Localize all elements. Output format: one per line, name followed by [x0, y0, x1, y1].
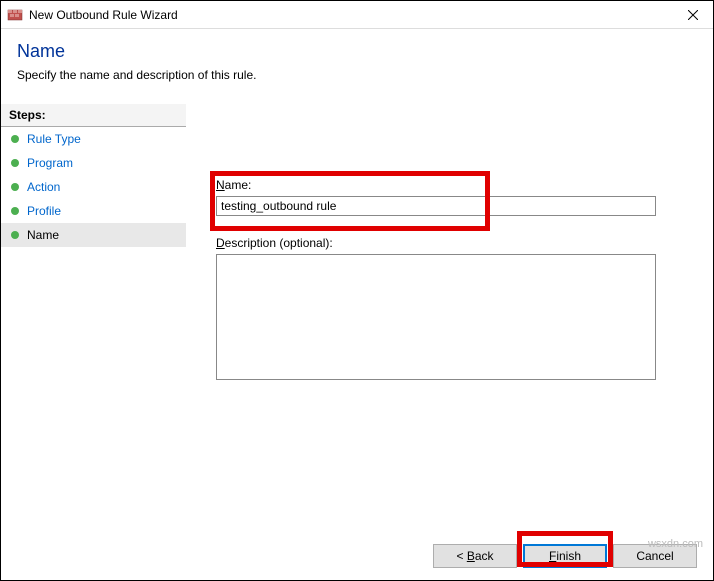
step-label: Profile: [27, 204, 61, 218]
step-profile[interactable]: Profile: [1, 199, 186, 223]
wizard-window: New Outbound Rule Wizard Name Specify th…: [0, 0, 714, 581]
step-rule-type[interactable]: Rule Type: [1, 127, 186, 151]
steps-sidebar: Steps: Rule Type Program Action Profile …: [1, 98, 186, 568]
step-program[interactable]: Program: [1, 151, 186, 175]
step-label: Program: [27, 156, 73, 170]
cancel-button[interactable]: Cancel: [613, 544, 697, 568]
wizard-buttons: < Back Finish Cancel: [433, 544, 697, 568]
step-label: Rule Type: [27, 132, 81, 146]
wizard-header: Name Specify the name and description of…: [1, 29, 713, 98]
titlebar: New Outbound Rule Wizard: [1, 1, 713, 29]
wizard-content: Name: Description (optional):: [186, 98, 713, 568]
step-label: Name: [27, 228, 59, 242]
step-bullet-icon: [11, 135, 19, 143]
step-bullet-icon: [11, 207, 19, 215]
name-label: Name:: [216, 178, 683, 192]
close-button[interactable]: [673, 1, 713, 29]
close-icon: [688, 10, 698, 20]
firewall-icon: [7, 7, 23, 23]
steps-heading: Steps:: [1, 104, 186, 127]
page-subtitle: Specify the name and description of this…: [17, 68, 697, 82]
step-bullet-icon: [11, 231, 19, 239]
step-bullet-icon: [11, 159, 19, 167]
description-input[interactable]: [216, 254, 656, 380]
step-action[interactable]: Action: [1, 175, 186, 199]
step-label: Action: [27, 180, 60, 194]
back-button[interactable]: < Back: [433, 544, 517, 568]
step-bullet-icon: [11, 183, 19, 191]
name-input[interactable]: [216, 196, 656, 216]
wizard-body: Steps: Rule Type Program Action Profile …: [1, 98, 713, 568]
name-field-group: Name:: [216, 178, 683, 216]
finish-button[interactable]: Finish: [523, 544, 607, 568]
step-name[interactable]: Name: [1, 223, 186, 247]
page-title: Name: [17, 41, 697, 62]
description-field-group: Description (optional):: [216, 236, 683, 383]
description-label: Description (optional):: [216, 236, 683, 250]
window-title: New Outbound Rule Wizard: [29, 8, 673, 22]
